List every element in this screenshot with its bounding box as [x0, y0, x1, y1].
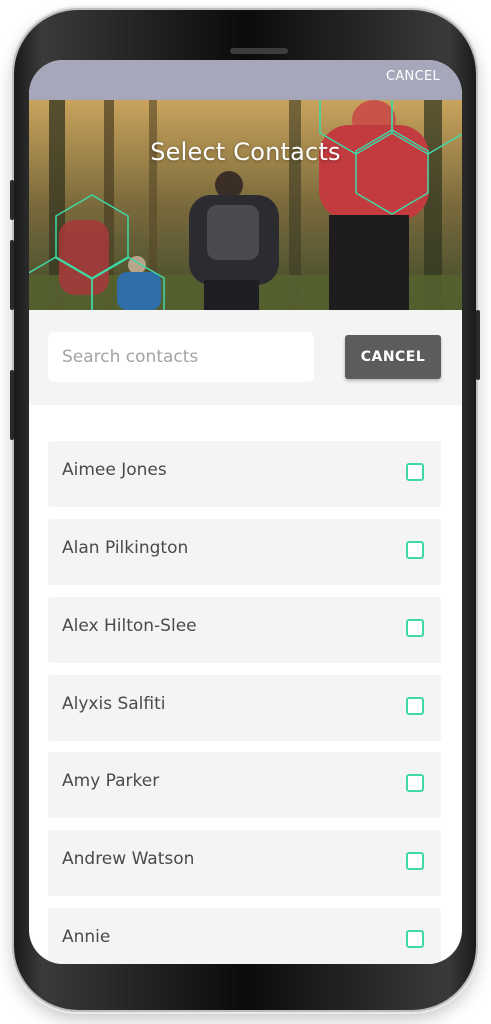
- checkbox-icon[interactable]: [406, 774, 424, 792]
- phone-side-button: [10, 240, 14, 310]
- contact-row-alex-hilton-slee[interactable]: Alex Hilton-Slee: [48, 597, 441, 663]
- contact-name: Alex Hilton-Slee: [62, 616, 197, 636]
- contact-name: Annie: [62, 927, 111, 947]
- contact-name: Andrew Watson: [62, 849, 195, 869]
- search-input[interactable]: [48, 332, 314, 382]
- checkbox-icon[interactable]: [406, 697, 424, 715]
- contact-row-amy-parker[interactable]: Amy Parker: [48, 752, 441, 818]
- checkbox-icon[interactable]: [406, 541, 424, 559]
- phone-side-button: [476, 310, 480, 380]
- contact-row-aimee-jones[interactable]: Aimee Jones: [48, 441, 441, 507]
- contact-row-alyxis-salfiti[interactable]: Alyxis Salfiti: [48, 675, 441, 741]
- contact-name: Alyxis Salfiti: [62, 694, 166, 714]
- contact-row-alan-pilkington[interactable]: Alan Pilkington: [48, 519, 441, 585]
- checkbox-icon[interactable]: [406, 619, 424, 637]
- app-screen: CANCEL Select Contacts Search contacts C…: [29, 60, 462, 964]
- page-title: Select Contacts: [150, 138, 341, 166]
- contact-list: Aimee Jones Alan Pilkington Alex Hilton-…: [29, 405, 462, 964]
- contact-row-andrew-watson[interactable]: Andrew Watson: [48, 830, 441, 896]
- header-banner: Select Contacts: [29, 100, 462, 310]
- checkbox-icon[interactable]: [406, 852, 424, 870]
- phone-speaker: [230, 48, 288, 54]
- checkbox-icon[interactable]: [406, 930, 424, 948]
- contact-row-annie[interactable]: Annie: [48, 908, 441, 964]
- contact-name: Alan Pilkington: [62, 538, 189, 558]
- contact-name: Amy Parker: [62, 771, 160, 791]
- cancel-button[interactable]: CANCEL: [345, 335, 441, 379]
- search-bar: CANCEL: [29, 310, 462, 405]
- top-bar: CANCEL: [29, 60, 462, 100]
- checkbox-icon[interactable]: [406, 463, 424, 481]
- phone-side-button: [10, 180, 14, 220]
- hiking-photo-image: [29, 100, 462, 310]
- header-cancel-link[interactable]: CANCEL: [386, 69, 440, 84]
- contact-name: Aimee Jones: [62, 460, 167, 480]
- phone-side-button: [10, 370, 14, 440]
